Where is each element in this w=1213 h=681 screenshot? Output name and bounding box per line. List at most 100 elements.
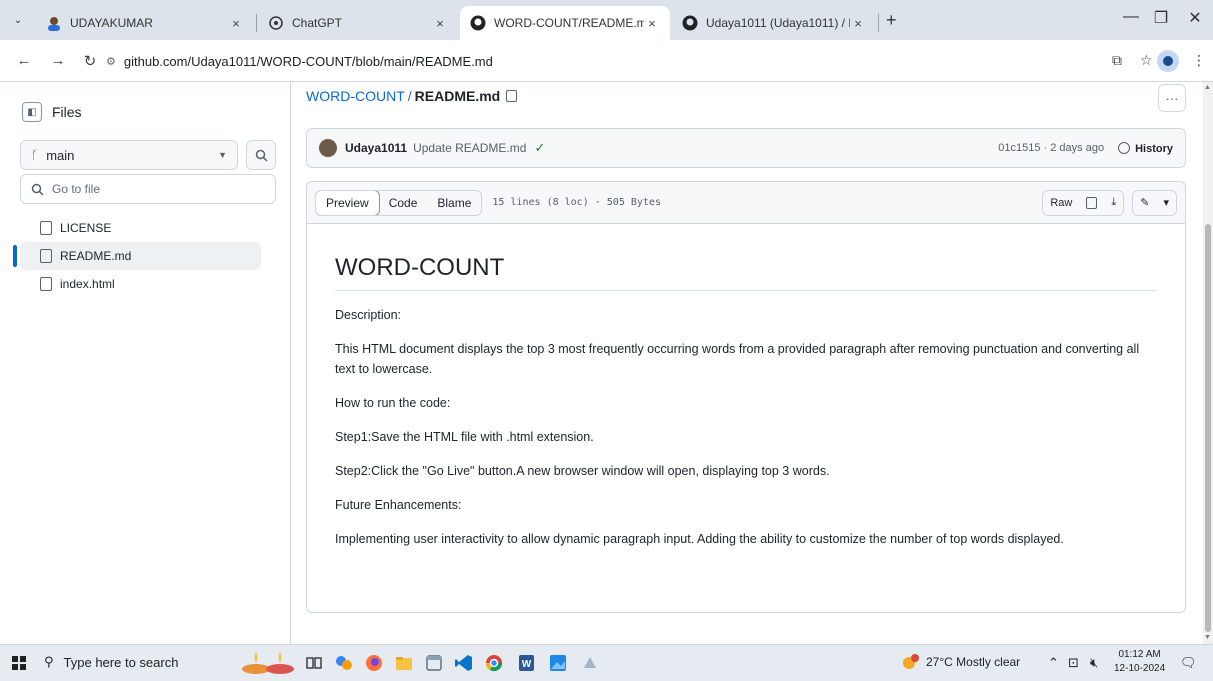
breadcrumb-repo-link[interactable]: WORD-COUNT	[306, 88, 405, 104]
search-icon	[31, 183, 44, 196]
weather-text[interactable]: 27°C Mostly clear	[926, 655, 1020, 669]
selected-indicator	[13, 245, 17, 267]
system-clock[interactable]: 01:12 AM 12-10-2024	[1114, 648, 1165, 676]
tab-chatgpt[interactable]: ChatGPT ×	[258, 6, 458, 40]
edit-dropdown-button[interactable]: ▾	[1156, 191, 1176, 215]
tab-separator	[878, 14, 879, 32]
chevron-down-icon: ▼	[218, 150, 227, 160]
site-info-icon[interactable]: ⚙	[106, 55, 116, 68]
author-avatar[interactable]	[319, 139, 337, 157]
download-button[interactable]: ⤓	[1104, 191, 1123, 215]
file-actions: Raw ⤓ ✎ ▾	[1034, 189, 1177, 216]
triangle-down-icon: ▾	[1163, 197, 1169, 209]
profile-avatar-icon[interactable]	[1157, 50, 1179, 72]
tab-label: ChatGPT	[292, 16, 343, 30]
scroll-up-icon[interactable]: ▲	[1204, 84, 1211, 91]
tab-preview[interactable]: Preview	[316, 190, 380, 215]
commit-meta[interactable]: 01c1515 · 2 days ago	[998, 142, 1104, 154]
file-explorer-icon[interactable]	[394, 653, 414, 673]
tree-item-label: index.html	[60, 277, 115, 291]
vscode-icon[interactable]	[454, 653, 474, 673]
profile-favicon-icon	[46, 15, 62, 31]
notifications-icon[interactable]: 🗨︎	[1180, 655, 1197, 671]
photos-icon[interactable]	[548, 653, 568, 673]
readme-paragraph: Description:	[335, 308, 401, 322]
tab-word-count-readme[interactable]: WORD-COUNT/README.md at ×	[460, 6, 670, 40]
chevron-up-icon[interactable]: ⌃	[1048, 655, 1059, 671]
reload-icon[interactable]: ↻	[80, 52, 100, 70]
taskbar-search-placeholder: Type here to search	[63, 654, 179, 670]
new-tab-button[interactable]: +	[886, 10, 897, 31]
restore-icon[interactable]: ❐	[1146, 8, 1176, 28]
go-to-file-placeholder: Go to file	[52, 182, 101, 196]
browser-menu-icon[interactable]: ⋮	[1192, 52, 1206, 69]
task-view-icon[interactable]	[304, 653, 324, 673]
media-app-icon[interactable]	[580, 653, 600, 673]
tab-close-icon[interactable]: ×	[850, 16, 866, 31]
svg-text:W: W	[522, 659, 532, 670]
more-options-button[interactable]: ···	[1158, 84, 1186, 112]
copy-raw-button[interactable]	[1079, 191, 1104, 215]
bookmark-star-icon[interactable]: ☆	[1140, 52, 1153, 69]
clock-time: 01:12 AM	[1118, 649, 1161, 660]
tab-separator	[256, 14, 257, 32]
raw-button[interactable]: Raw	[1043, 191, 1079, 215]
windows-start-icon[interactable]	[12, 656, 26, 670]
readme-heading: WORD-COUNT	[335, 254, 1157, 291]
network-icon[interactable]: ⊡	[1068, 655, 1079, 671]
file-icon	[40, 249, 52, 263]
go-to-file-input[interactable]: Go to file	[20, 174, 276, 204]
edit-button[interactable]: ✎	[1133, 191, 1156, 215]
collapse-sidebar-icon[interactable]: ◧	[22, 102, 42, 122]
tab-close-icon[interactable]: ×	[228, 16, 244, 31]
firefox-icon[interactable]	[364, 653, 384, 673]
commit-author[interactable]: Udaya1011	[345, 141, 407, 155]
weather-icon[interactable]	[900, 653, 920, 676]
history-label: History	[1135, 142, 1173, 155]
tree-item-readme[interactable]: README.md	[20, 242, 261, 270]
chrome-icon[interactable]	[484, 653, 504, 673]
taskbar-search[interactable]: ⚲ Type here to search	[44, 654, 178, 670]
word-icon[interactable]: W	[516, 653, 536, 673]
tab-code[interactable]: Code	[379, 191, 428, 215]
tab-label: Udaya1011 (Udaya1011) / Repo	[706, 16, 850, 30]
file-icon	[40, 221, 52, 235]
tree-item-license[interactable]: LICENSE	[20, 214, 261, 242]
scrollbar-thumb[interactable]	[1205, 224, 1211, 632]
tab-blame[interactable]: Blame	[427, 191, 481, 215]
url-bar[interactable]: ⚙ github.com/Udaya1011/WORD-COUNT/blob/m…	[106, 46, 1146, 76]
speaker-muted-icon[interactable]: 🔇︎	[1090, 655, 1098, 671]
readme-paragraph: How to run the code:	[335, 396, 451, 410]
search-icon: ⚲	[44, 654, 54, 669]
scroll-down-icon[interactable]: ▼	[1204, 634, 1211, 641]
minimize-icon[interactable]: —	[1116, 8, 1146, 26]
check-icon: ✓	[534, 140, 546, 155]
close-window-icon[interactable]: ✕	[1180, 8, 1210, 28]
file-info: 15 lines (8 loc) · 505 Bytes	[492, 197, 661, 208]
download-icon: ⤓	[1111, 196, 1117, 208]
tab-search-icon[interactable]: ⌄	[8, 10, 28, 30]
files-title: Files	[52, 104, 82, 120]
cast-icon[interactable]: ⧉	[1112, 52, 1122, 69]
tab-udaya1011-repos[interactable]: Udaya1011 (Udaya1011) / Repo ×	[672, 6, 876, 40]
copilot-icon[interactable]	[334, 653, 354, 673]
edit-actions-group: ✎ ▾	[1132, 189, 1177, 216]
copy-path-icon[interactable]	[506, 90, 518, 102]
address-bar-row: ← → ↻ ⚙ github.com/Udaya1011/WORD-COUNT/…	[0, 40, 1213, 82]
search-files-button[interactable]	[246, 140, 276, 170]
tab-close-icon[interactable]: ×	[644, 16, 660, 31]
branch-selector[interactable]: ᚴ main ▼	[20, 140, 238, 170]
history-button[interactable]: History	[1118, 141, 1173, 155]
tree-item-index-html[interactable]: index.html	[20, 270, 261, 298]
breadcrumb-separator: /	[407, 88, 412, 104]
branch-name: main	[46, 147, 75, 163]
commit-message[interactable]: Update README.md	[413, 141, 526, 155]
readme-paragraph: This HTML document displays the top 3 mo…	[335, 342, 1140, 376]
url-text: github.com/Udaya1011/WORD-COUNT/blob/mai…	[123, 53, 493, 69]
tab-udayakumar[interactable]: UDAYAKUMAR ×	[36, 6, 254, 40]
back-icon[interactable]: ←	[14, 52, 34, 69]
forward-icon[interactable]: →	[48, 52, 68, 69]
window-app-icon[interactable]	[424, 653, 444, 673]
git-branch-icon: ᚴ	[31, 148, 39, 162]
tab-close-icon[interactable]: ×	[432, 16, 448, 31]
